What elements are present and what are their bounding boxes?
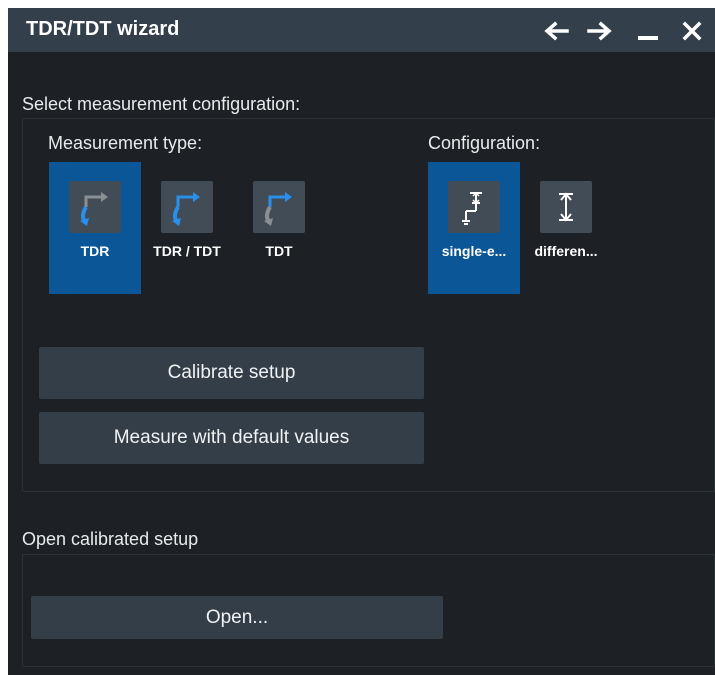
measurement-type-tdr-label: TDR (80, 243, 110, 259)
configuration-differential-label: differen... (534, 243, 598, 259)
configuration-single-ended-label: single-e... (441, 243, 507, 259)
window-title: TDR/TDT wizard (26, 18, 180, 40)
calibrate-setup-button[interactable]: Calibrate setup (39, 347, 424, 399)
measurement-type-tdt-label: TDT (265, 243, 293, 259)
measurement-type-tdr[interactable]: TDR (49, 162, 141, 294)
measurement-type-tdr-tdt[interactable]: TDR / TDT (141, 162, 233, 294)
title-bar: TDR/TDT wizard (8, 8, 715, 52)
measurement-config-label: Select measurement configuration: (22, 94, 301, 114)
back-button[interactable] (539, 17, 573, 45)
tdr-icon (69, 181, 121, 233)
measurement-type-tdt[interactable]: TDT (233, 162, 325, 294)
open-button[interactable]: Open... (31, 596, 443, 639)
measure-default-values-button[interactable]: Measure with default values (39, 412, 424, 464)
forward-button[interactable] (583, 17, 617, 45)
tdr-tdt-wizard-window: TDR/TDT wizard Select measurement config… (8, 8, 715, 675)
measurement-type-tdr-tdt-label: TDR / TDT (153, 243, 221, 259)
measurement-config-panel: Measurement type: TDR TDR / TDT TDT Conf… (22, 118, 715, 492)
minimize-icon (638, 36, 658, 40)
configuration-single-ended[interactable]: single-e... (428, 162, 520, 294)
calibrated-setup-panel: Open... (22, 554, 715, 667)
open-calibrated-setup-label: Open calibrated setup (22, 529, 199, 549)
arrow-right-icon (587, 21, 612, 41)
tdr-tdt-icon (161, 181, 213, 233)
close-icon (682, 21, 702, 41)
measurement-type-label: Measurement type: (48, 133, 203, 153)
single-ended-icon (448, 181, 500, 233)
tdt-icon (253, 181, 305, 233)
close-button[interactable] (675, 17, 709, 45)
minimize-button[interactable] (631, 17, 665, 45)
arrow-left-icon (544, 21, 569, 41)
configuration-differential[interactable]: differen... (520, 162, 612, 294)
configuration-label: Configuration: (428, 133, 541, 153)
differential-icon (540, 181, 592, 233)
